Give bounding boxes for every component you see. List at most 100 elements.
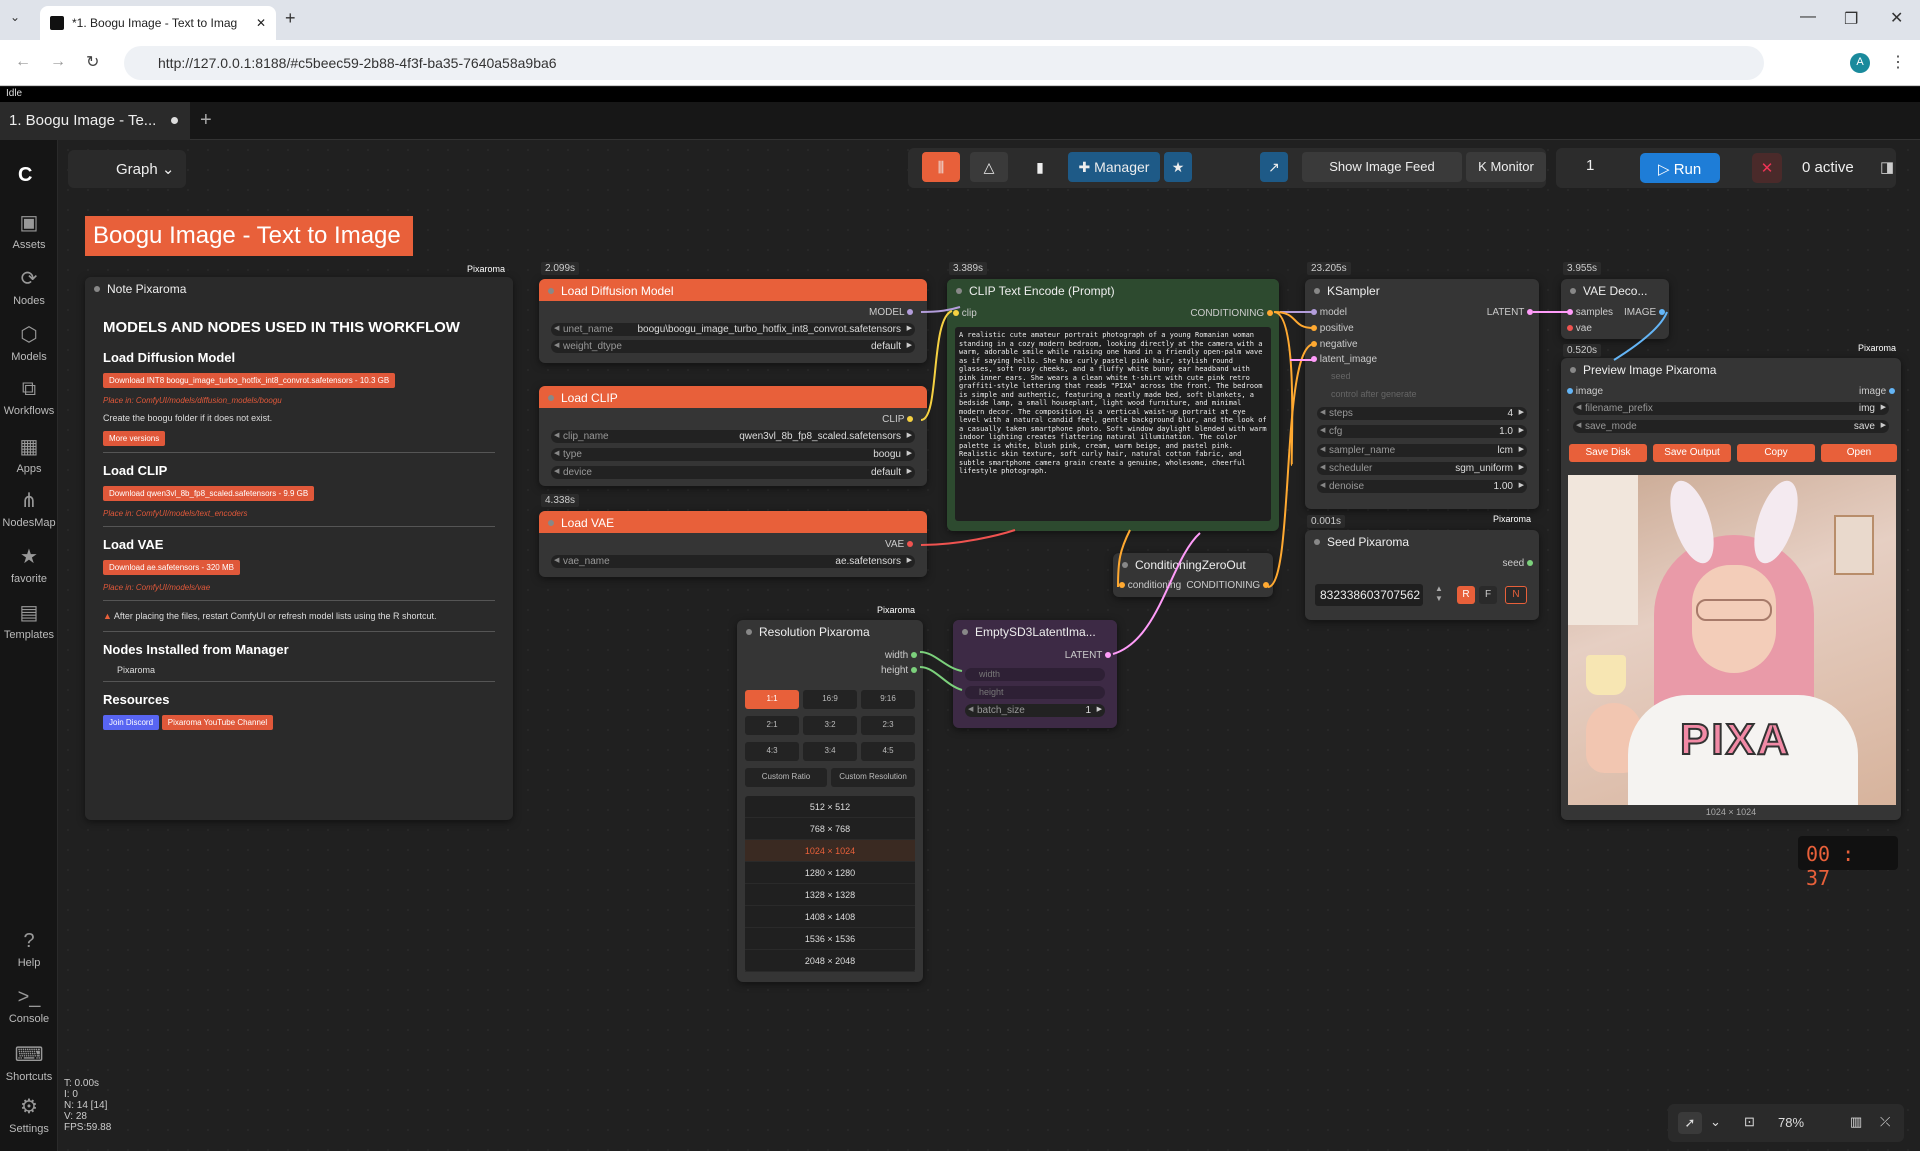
download-link[interactable]: Download qwen3vl_8b_fp8_scaled.safetenso… xyxy=(103,486,315,501)
download-link[interactable]: Download INT8 boogu_image_turbo_hotfix_i… xyxy=(103,373,396,388)
minimize-icon[interactable]: — xyxy=(1800,8,1816,26)
seed-value-input[interactable]: 832338603707562 xyxy=(1315,584,1423,606)
clip-text-encode-node[interactable]: CLIP Text Encode (Prompt) clip CONDITION… xyxy=(947,279,1279,531)
fixed-button[interactable]: F xyxy=(1479,586,1497,604)
resolution-option[interactable]: 1328 × 1328 xyxy=(745,884,915,906)
new-tab-icon[interactable]: + xyxy=(285,8,296,29)
save-mode-widget[interactable]: save_mode save xyxy=(1573,420,1889,433)
more-versions-button[interactable]: More versions xyxy=(103,431,166,446)
sidebar-item-models[interactable]: ⬡ Models xyxy=(0,322,58,363)
tab-list-icon[interactable]: ⌄ xyxy=(10,10,20,24)
custom-ratio-button[interactable]: Custom Ratio xyxy=(745,768,827,787)
resolution-option[interactable]: 1408 × 1408 xyxy=(745,906,915,928)
save-output-button[interactable]: Save Output xyxy=(1653,444,1731,462)
negative-input[interactable]: negative xyxy=(1311,339,1358,350)
cfg-widget[interactable]: cfg 1.0 xyxy=(1317,425,1527,438)
filename-prefix-widget[interactable]: filename_prefix img xyxy=(1573,402,1889,415)
load-diffusion-node[interactable]: Load Diffusion Model MODEL unet_name boog… xyxy=(539,279,927,363)
samples-input[interactable]: samples xyxy=(1567,307,1613,318)
sampler-widget[interactable]: sampler_name lcm xyxy=(1317,444,1527,457)
chevron-down-icon[interactable]: ⌄ xyxy=(1710,1114,1721,1130)
sidebar-item-assets[interactable]: ▣ Assets xyxy=(0,210,58,251)
conditioning-output[interactable]: CONDITIONING xyxy=(1190,308,1273,319)
clip-input[interactable]: clip xyxy=(953,308,977,319)
link-visibility-icon[interactable]: ⤫ xyxy=(1880,1114,1890,1130)
zoom-level[interactable]: 78% xyxy=(1778,1115,1804,1130)
latent-output[interactable]: LATENT xyxy=(1065,650,1111,661)
ratio-4-3-button[interactable]: 4:3 xyxy=(745,742,799,761)
resolution-node[interactable]: Resolution Pixaroma width height 1:1 16:… xyxy=(737,620,923,982)
custom-resolution-button[interactable]: Custom Resolution xyxy=(831,768,915,787)
comfy-logo-icon[interactable]: C xyxy=(18,164,32,187)
clip-name-widget[interactable]: clip_name qwen3vl_8b_fp8_scaled.safetenso… xyxy=(551,430,915,443)
steps-widget[interactable]: steps 4 xyxy=(1317,407,1527,420)
ksampler-node[interactable]: KSampler LATENT model positive negative … xyxy=(1305,279,1539,509)
share-icon[interactable]: ↗ xyxy=(1260,152,1288,182)
reload-icon[interactable]: ↻ xyxy=(86,52,99,72)
seed-node[interactable]: Seed Pixaroma seed 832338603707562 ▲ ▼ R … xyxy=(1305,530,1539,620)
vae-decode-node[interactable]: VAE Deco... samples vae IMAGE xyxy=(1561,279,1669,339)
ratio-3-2-button[interactable]: 3:2 xyxy=(803,716,857,735)
sidebar-item-favorite[interactable]: ★ favorite xyxy=(0,544,58,585)
open-button[interactable]: Open xyxy=(1821,444,1897,462)
restore-icon[interactable]: ❐ xyxy=(1844,9,1858,29)
ratio-9-16-button[interactable]: 9:16 xyxy=(861,690,915,709)
url-bar[interactable]: http://127.0.0.1:8188/#c5beec59-2b88-4f3… xyxy=(124,46,1764,80)
ratio-3-4-button[interactable]: 3:4 xyxy=(803,742,857,761)
resolution-option[interactable]: 1536 × 1536 xyxy=(745,928,915,950)
sidebar-item-apps[interactable]: ▦ Apps xyxy=(0,434,58,475)
model-output[interactable]: MODEL xyxy=(869,307,913,318)
sidebar-item-workflows[interactable]: ⧉ Workflows xyxy=(0,378,58,417)
device-widget[interactable]: device default xyxy=(551,466,915,479)
load-clip-node[interactable]: Load CLIP CLIP clip_name qwen3vl_8b_fp8_s… xyxy=(539,386,927,486)
graph-button[interactable]: Graph ⌄ xyxy=(68,150,186,188)
forward-icon[interactable]: → xyxy=(50,53,66,71)
menu-icon[interactable]: ⋮ xyxy=(1890,52,1906,72)
model-input[interactable]: model xyxy=(1311,307,1347,318)
sidebar-item-shortcuts[interactable]: ⌨ Shortcuts xyxy=(0,1042,58,1083)
manager-button[interactable]: ✚ Manager xyxy=(1068,152,1160,182)
conditioning-output[interactable]: CONDITIONING xyxy=(1186,580,1269,591)
vae-name-widget[interactable]: vae_name ae.safetensors xyxy=(551,555,915,568)
back-icon[interactable]: ← xyxy=(15,53,31,71)
run-button[interactable]: ▷ Run xyxy=(1640,153,1720,183)
youtube-button[interactable]: Pixaroma YouTube Channel xyxy=(161,715,274,730)
prompt-textarea[interactable]: A realistic cute amateur portrait photog… xyxy=(955,327,1271,521)
star-toolbar-icon[interactable]: ★ xyxy=(1164,152,1192,182)
bookmark-icon[interactable]: ▮ xyxy=(1024,152,1056,182)
resolution-option[interactable]: 2048 × 2048 xyxy=(745,950,915,972)
monitor-button[interactable]: K Monitor xyxy=(1466,152,1546,182)
ratio-4-5-button[interactable]: 4:5 xyxy=(861,742,915,761)
load-vae-node[interactable]: Load VAE VAE vae_name ae.safetensors xyxy=(539,511,927,577)
vae-input[interactable]: vae xyxy=(1567,323,1592,334)
ratio-1-1-button[interactable]: 1:1 xyxy=(745,690,799,709)
latent-image-input[interactable]: latent_image xyxy=(1311,354,1377,365)
conditioning-input[interactable]: conditioning xyxy=(1119,580,1181,591)
width-input[interactable]: width xyxy=(965,668,1105,681)
show-image-feed-button[interactable]: Show Image Feed xyxy=(1302,152,1462,182)
resolution-option[interactable]: 512 × 512 xyxy=(745,796,915,818)
copy-button[interactable]: Copy xyxy=(1737,444,1815,462)
save-disk-button[interactable]: Save Disk xyxy=(1569,444,1647,462)
select-tool-icon[interactable]: ➚ xyxy=(1678,1112,1702,1134)
resolution-option[interactable]: 1280 × 1280 xyxy=(745,862,915,884)
width-output[interactable]: width xyxy=(885,650,917,661)
browser-tab[interactable]: *1. Boogu Image - Text to Imag ✕ xyxy=(40,6,276,40)
fit-view-icon[interactable]: ⊡ xyxy=(1744,1114,1755,1130)
unet-name-widget[interactable]: unet_name boogu\boogu_image_turbo_hotfix_… xyxy=(551,323,915,336)
close-window-icon[interactable]: ✕ xyxy=(1890,8,1903,28)
ratio-16-9-button[interactable]: 16:9 xyxy=(803,690,857,709)
download-link[interactable]: Download ae.safetensors - 320 MB xyxy=(103,560,240,575)
latent-output[interactable]: LATENT xyxy=(1487,307,1533,318)
sidebar-item-nodesmap[interactable]: ⋔ NodesMap xyxy=(0,488,58,529)
add-workflow-icon[interactable]: + xyxy=(200,109,212,132)
sidebar-item-templates[interactable]: ▤ Templates xyxy=(0,600,58,641)
sidebar-item-settings[interactable]: ⚙ Settings xyxy=(0,1094,58,1135)
new-button[interactable]: N xyxy=(1505,586,1527,604)
workflow-tab[interactable]: 1. Boogu Image - Te... xyxy=(0,102,190,140)
type-widget[interactable]: type boogu xyxy=(551,448,915,461)
height-output[interactable]: height xyxy=(881,665,917,676)
batch-count-input[interactable]: 1 xyxy=(1586,157,1622,179)
panel-toggle-icon[interactable]: ◨ xyxy=(1880,158,1894,176)
vae-output[interactable]: VAE xyxy=(885,539,913,550)
